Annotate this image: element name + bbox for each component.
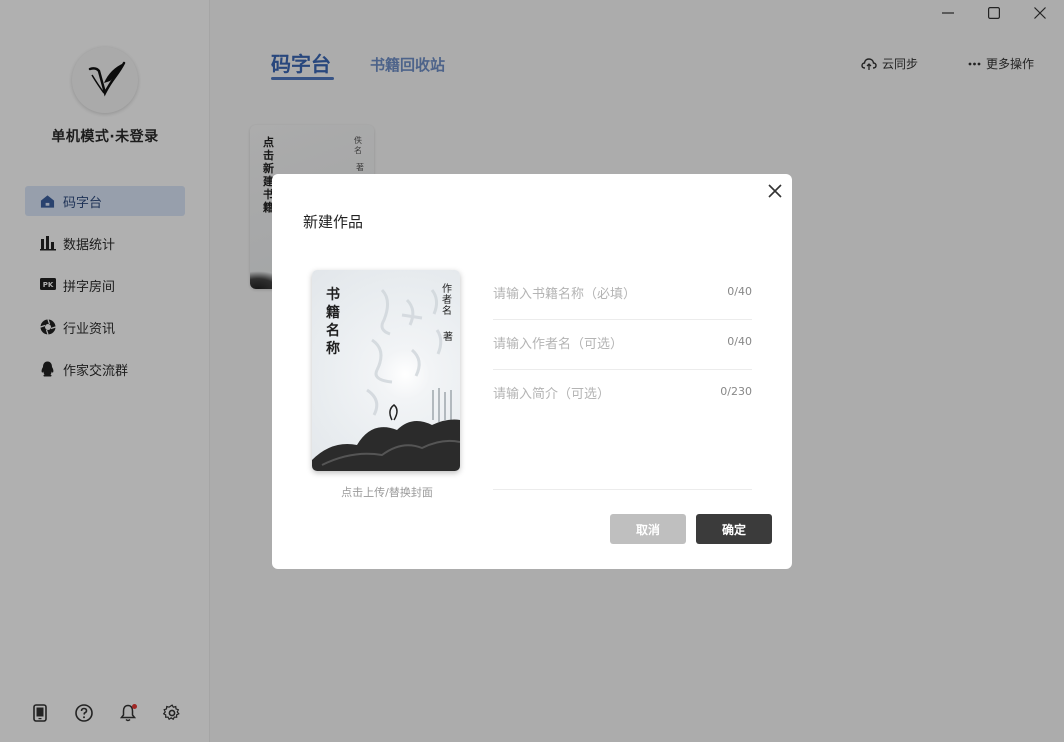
book-name-placeholder: 请输入书籍名称（必填）	[493, 287, 637, 302]
author-name-counter: 0/40	[727, 335, 752, 348]
cover-author-suffix: 著	[443, 332, 453, 343]
dialog-title: 新建作品	[303, 213, 364, 231]
cancel-button[interactable]: 取消	[610, 514, 686, 544]
book-cover-upload[interactable]: 书籍名称 作者名 著	[312, 270, 460, 471]
intro-counter: 0/230	[720, 385, 752, 398]
cover-author: 作者名	[442, 284, 452, 317]
book-name-field[interactable]: 请输入书籍名称（必填） 0/40	[493, 270, 752, 320]
book-name-counter: 0/40	[727, 285, 752, 298]
confirm-button[interactable]: 确定	[696, 514, 772, 544]
close-icon[interactable]	[766, 182, 784, 200]
author-name-field[interactable]: 请输入作者名（可选） 0/40	[493, 320, 752, 370]
intro-placeholder: 请输入简介（可选）	[493, 387, 611, 402]
cover-upload-hint: 点击上传/替换封面	[341, 486, 433, 499]
author-name-placeholder: 请输入作者名（可选）	[493, 337, 624, 352]
intro-field[interactable]: 请输入简介（可选） 0/230	[493, 370, 752, 490]
cover-title: 书籍名称	[326, 287, 340, 357]
new-work-dialog: 新建作品 书籍名称 作者名 著 点击上传/替换封面 请输入书籍名称（必填） 0/…	[272, 174, 792, 569]
